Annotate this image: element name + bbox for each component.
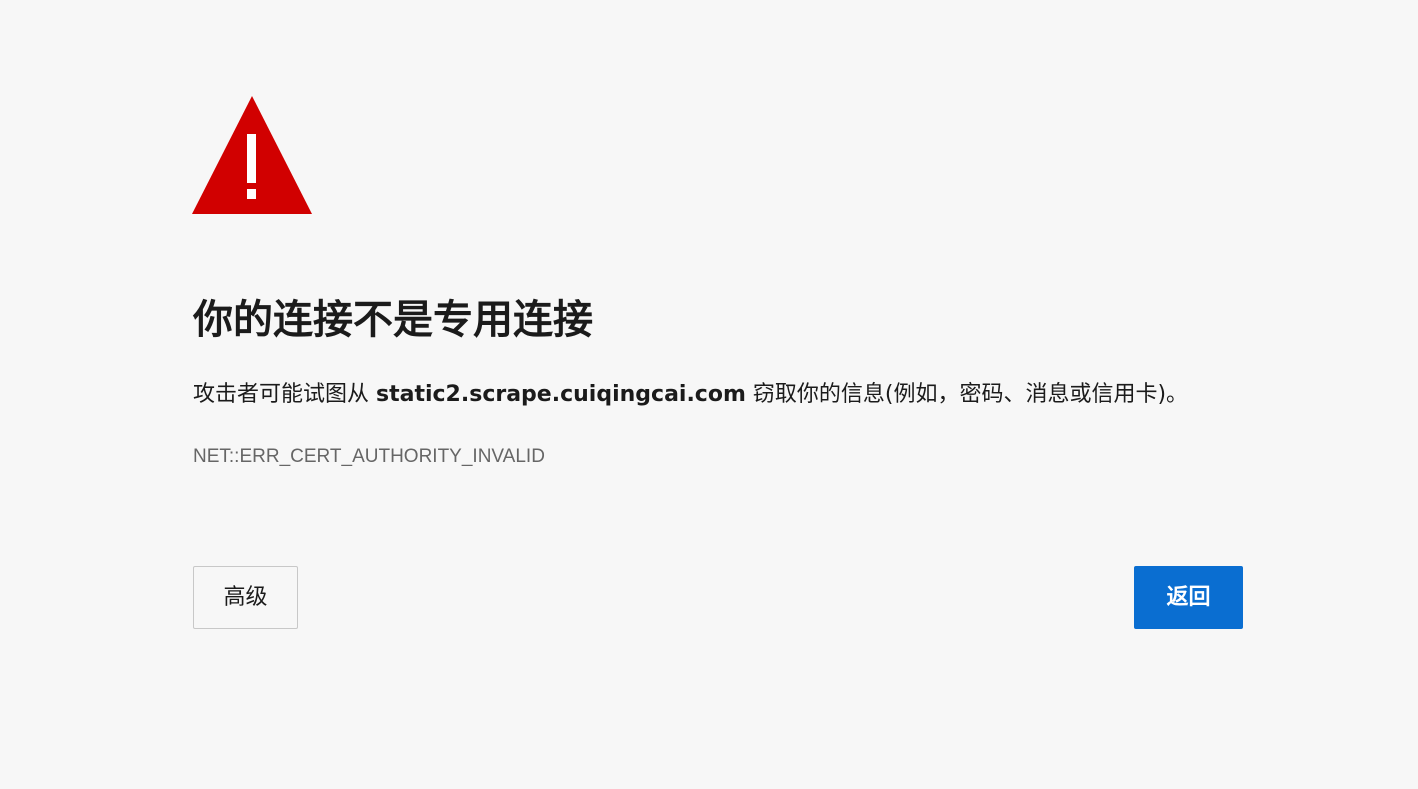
page-title: 你的连接不是专用连接 <box>193 297 593 343</box>
message-suffix: 窃取你的信息(例如，密码、消息或信用卡)。 <box>745 382 1189 407</box>
site-hostname: static2.scrape.cuiqingcai.com <box>376 382 746 407</box>
message-prefix: 攻击者可能试图从 <box>193 382 376 407</box>
warning-message: 攻击者可能试图从 static2.scrape.cuiqingcai.com 窃… <box>193 378 1188 412</box>
back-button[interactable]: 返回 <box>1134 566 1243 629</box>
advanced-button[interactable]: 高级 <box>193 566 298 629</box>
cert-error-page: 你的连接不是专用连接 攻击者可能试图从 static2.scrape.cuiqi… <box>0 0 1418 789</box>
warning-triangle-icon <box>192 96 312 214</box>
error-code: NET::ERR_CERT_AUTHORITY_INVALID <box>193 446 545 467</box>
